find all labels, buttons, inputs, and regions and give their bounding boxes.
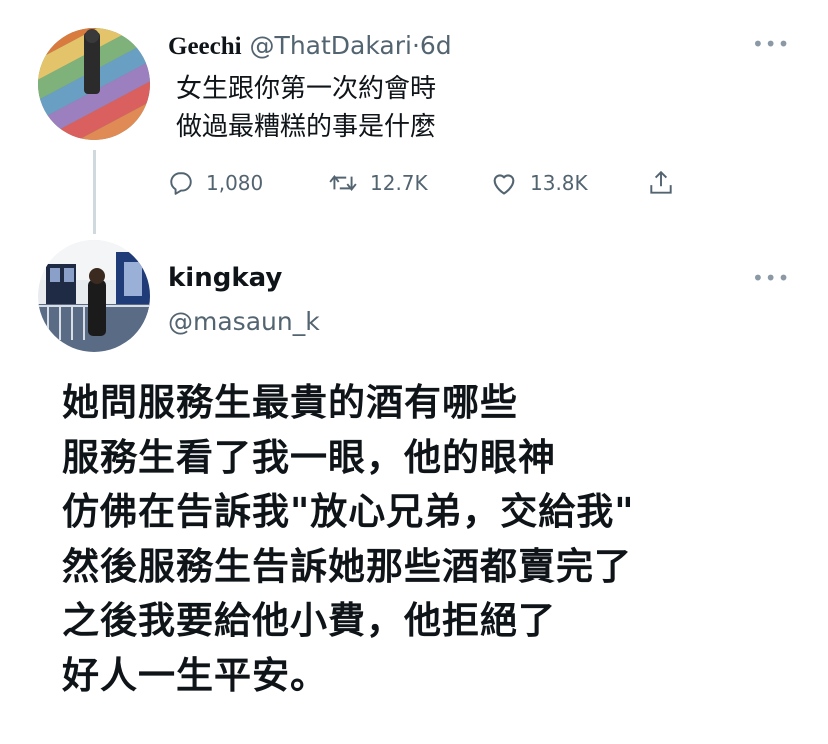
thread-connector-line [93,150,96,234]
reply-author-handle[interactable]: @masaun_k [168,306,320,338]
author-handle[interactable]: @ThatDakari [250,31,412,60]
tweet-time[interactable]: 6d [420,31,452,60]
retweet-count: 12.7K [370,171,428,195]
tweet-text-line: 女生跟你第一次約會時 [176,74,437,104]
tweet-text-line: 然後服務生告訴她那些酒都賣完了 [62,544,632,588]
heart-icon [493,174,515,195]
original-tweet-header: Geechi @ThatDakari·6d [168,30,452,63]
retweet-icon [329,175,357,191]
tweet-text-line: 仿佛在告訴我"放心兄弟，交給我" [62,490,635,533]
reply-icon [170,172,192,195]
avatar-image [38,28,150,140]
share-icon [650,170,672,194]
tweet-text-line: 之後我要給他小費，他拒絕了 [62,599,556,642]
like-button[interactable]: 13.8K [490,166,588,200]
tweet-text-line: 服務生看了我一眼，他的眼神 [62,435,556,479]
reply-author-name[interactable]: kingkay [168,262,282,294]
reply-button[interactable]: 1,080 [168,166,263,200]
tweet-text-line: 做過最糟糕的事是什麼 [176,112,437,142]
author-name[interactable]: Geechi [168,33,242,60]
like-count: 13.8K [530,171,588,195]
tweet-text-line: 好人一生平安。 [62,653,328,697]
tweet-text-line: 她問服務生最貴的酒有哪些 [62,381,518,424]
retweet-button[interactable]: 12.7K [328,166,428,200]
avatar-image [38,240,150,352]
reply-tweet-text: 她問服務生最貴的酒有哪些 服務生看了我一眼，他的眼神 仿佛在告訴我"放心兄弟，交… [62,376,822,703]
more-horizontal-icon[interactable]: ••• [752,268,790,288]
more-horizontal-icon[interactable]: ••• [752,34,790,54]
meta-separator: · [411,31,420,60]
share-button[interactable] [648,166,686,200]
geechi-avatar[interactable] [38,28,150,140]
kingkay-avatar[interactable] [38,240,150,352]
reply-count: 1,080 [206,171,264,195]
original-tweet-text: 女生跟你第一次約會時 做過最糟糕的事是什麼 [176,70,436,146]
